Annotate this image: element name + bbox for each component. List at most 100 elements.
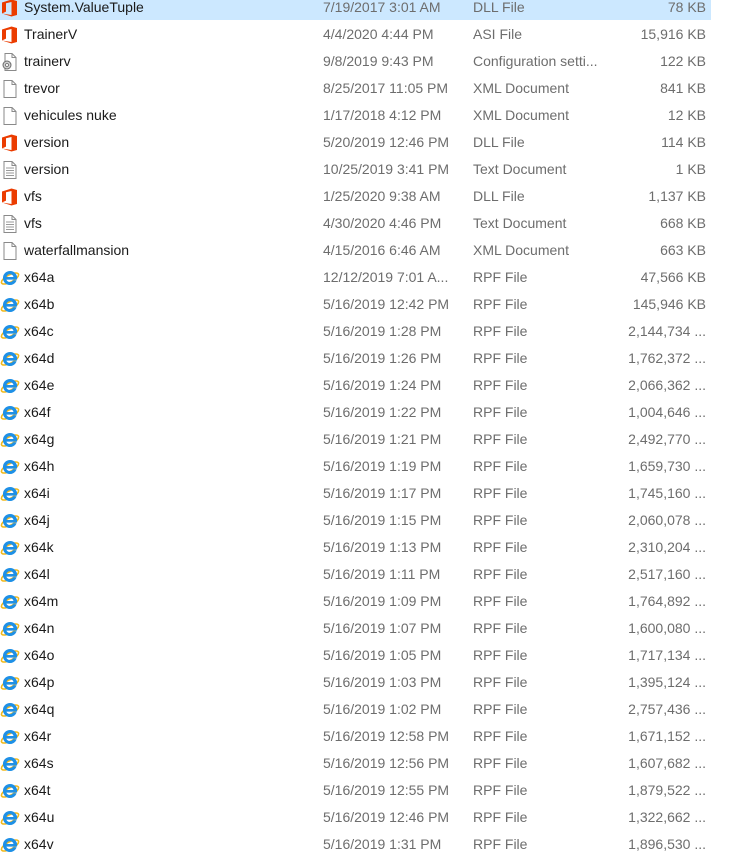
- file-name[interactable]: x64d: [24, 345, 314, 372]
- file-name[interactable]: trainerv: [24, 48, 314, 75]
- file-row-trainerv-2[interactable]: trainerv 9/8/2019 9:43 PM Configuration …: [0, 48, 743, 75]
- file-type: Text Document: [473, 161, 567, 177]
- file-date-modified: 9/8/2019 9:43 PM: [323, 53, 434, 69]
- file-row-version-6[interactable]: version 10/25/2019 3:41 PM Text Document…: [0, 156, 743, 183]
- file-row-x64e-14[interactable]: x64e 5/16/2019 1:24 PM RPF File 2,066,36…: [0, 372, 743, 399]
- file-row-vfs-8[interactable]: vfs 4/30/2020 4:46 PM Text Document 668 …: [0, 210, 743, 237]
- file-name[interactable]: TrainerV: [24, 21, 314, 48]
- file-size: 78 KB: [667, 0, 706, 15]
- file-row-x64o-24[interactable]: x64o 5/16/2019 1:05 PM RPF File 1,717,13…: [0, 642, 743, 669]
- file-row-waterfallmansion-9[interactable]: waterfallmansion 4/15/2016 6:46 AM XML D…: [0, 237, 743, 264]
- internet-explorer-icon: [0, 646, 20, 666]
- file-name[interactable]: x64v: [24, 831, 314, 858]
- file-name[interactable]: x64l: [24, 561, 314, 588]
- file-icon-cell: [0, 183, 20, 210]
- file-row-x64g-16[interactable]: x64g 5/16/2019 1:21 PM RPF File 2,492,77…: [0, 426, 743, 453]
- file-name[interactable]: vehicules nuke: [24, 102, 314, 129]
- file-name[interactable]: x64o: [24, 642, 314, 669]
- file-name[interactable]: x64g: [24, 426, 314, 453]
- file-row-version-5[interactable]: version 5/20/2019 12:46 PM DLL File 114 …: [0, 129, 743, 156]
- file-name[interactable]: x64k: [24, 534, 314, 561]
- file-icon-cell: [0, 21, 20, 48]
- internet-explorer-icon: [0, 619, 20, 639]
- file-name[interactable]: x64n: [24, 615, 314, 642]
- file-name[interactable]: x64s: [24, 750, 314, 777]
- file-row-x64f-15[interactable]: x64f 5/16/2019 1:22 PM RPF File 1,004,64…: [0, 399, 743, 426]
- file-name[interactable]: x64q: [24, 696, 314, 723]
- file-type: DLL File: [473, 188, 525, 204]
- file-icon-cell: [0, 642, 20, 669]
- file-type: RPF File: [473, 728, 528, 744]
- file-date-modified: 5/16/2019 1:11 PM: [323, 566, 441, 582]
- file-row-x64u-30[interactable]: x64u 5/16/2019 12:46 PM RPF File 1,322,6…: [0, 804, 743, 831]
- file-icon-cell: [0, 561, 20, 588]
- file-row-x64q-26[interactable]: x64q 5/16/2019 1:02 PM RPF File 2,757,43…: [0, 696, 743, 723]
- file-icon-cell: [0, 237, 20, 264]
- file-type: RPF File: [473, 512, 528, 528]
- file-row-x64n-23[interactable]: x64n 5/16/2019 1:07 PM RPF File 1,600,08…: [0, 615, 743, 642]
- file-date-modified: 5/16/2019 1:17 PM: [323, 485, 442, 501]
- file-name[interactable]: x64h: [24, 453, 314, 480]
- file-icon-cell: [0, 75, 20, 102]
- file-type: RPF File: [473, 431, 528, 447]
- file-name[interactable]: x64u: [24, 804, 314, 831]
- file-icon-cell: [0, 669, 20, 696]
- file-row-x64a-10[interactable]: x64a 12/12/2019 7:01 A... RPF File 47,56…: [0, 264, 743, 291]
- file-row-x64p-25[interactable]: x64p 5/16/2019 1:03 PM RPF File 1,395,12…: [0, 669, 743, 696]
- file-name[interactable]: System.ValueTuple: [24, 0, 314, 21]
- internet-explorer-icon: [0, 376, 20, 396]
- file-name[interactable]: waterfallmansion: [24, 237, 314, 264]
- file-row-x64t-29[interactable]: x64t 5/16/2019 12:55 PM RPF File 1,879,5…: [0, 777, 743, 804]
- file-name[interactable]: vfs: [24, 210, 314, 237]
- file-type: DLL File: [473, 134, 525, 150]
- file-type: RPF File: [473, 836, 528, 852]
- file-date-modified: 5/16/2019 1:13 PM: [323, 539, 442, 555]
- file-size: 1 KB: [675, 161, 706, 177]
- file-name[interactable]: version: [24, 129, 314, 156]
- file-date-modified: 5/16/2019 1:31 PM: [323, 836, 442, 852]
- file-row-x64c-12[interactable]: x64c 5/16/2019 1:28 PM RPF File 2,144,73…: [0, 318, 743, 345]
- file-row-x64v-31[interactable]: x64v 5/16/2019 1:31 PM RPF File 1,896,53…: [0, 831, 743, 858]
- file-name[interactable]: x64m: [24, 588, 314, 615]
- file-row-x64i-18[interactable]: x64i 5/16/2019 1:17 PM RPF File 1,745,16…: [0, 480, 743, 507]
- file-name[interactable]: x64e: [24, 372, 314, 399]
- file-name[interactable]: x64a: [24, 264, 314, 291]
- file-name[interactable]: x64t: [24, 777, 314, 804]
- file-name[interactable]: x64p: [24, 669, 314, 696]
- file-row-x64l-21[interactable]: x64l 5/16/2019 1:11 PM RPF File 2,517,16…: [0, 561, 743, 588]
- file-date-modified: 1/25/2020 9:38 AM: [323, 188, 441, 204]
- file-row-vehicules-nuke-4[interactable]: vehicules nuke 1/17/2018 4:12 PM XML Doc…: [0, 102, 743, 129]
- file-date-modified: 5/16/2019 1:26 PM: [323, 350, 442, 366]
- file-name[interactable]: x64b: [24, 291, 314, 318]
- file-row-x64d-13[interactable]: x64d 5/16/2019 1:26 PM RPF File 1,762,37…: [0, 345, 743, 372]
- file-date-modified: 5/16/2019 1:03 PM: [323, 674, 442, 690]
- file-row-trevor-3[interactable]: trevor 8/25/2017 11:05 PM XML Document 8…: [0, 75, 743, 102]
- file-size: 1,717,134 ...: [628, 647, 706, 663]
- file-name[interactable]: x64f: [24, 399, 314, 426]
- file-date-modified: 5/16/2019 1:07 PM: [323, 620, 442, 636]
- file-icon-cell: [0, 399, 20, 426]
- file-icon-cell: [0, 291, 20, 318]
- file-row-x64k-20[interactable]: x64k 5/16/2019 1:13 PM RPF File 2,310,20…: [0, 534, 743, 561]
- file-size: 122 KB: [660, 53, 706, 69]
- file-row-x64h-17[interactable]: x64h 5/16/2019 1:19 PM RPF File 1,659,73…: [0, 453, 743, 480]
- internet-explorer-icon: [0, 511, 20, 531]
- file-name[interactable]: vfs: [24, 183, 314, 210]
- file-name[interactable]: x64c: [24, 318, 314, 345]
- file-row-x64j-19[interactable]: x64j 5/16/2019 1:15 PM RPF File 2,060,07…: [0, 507, 743, 534]
- file-row-x64b-11[interactable]: x64b 5/16/2019 12:42 PM RPF File 145,946…: [0, 291, 743, 318]
- file-name[interactable]: x64r: [24, 723, 314, 750]
- file-name[interactable]: trevor: [24, 75, 314, 102]
- file-row-trainerv-1[interactable]: TrainerV 4/4/2020 4:44 PM ASI File 15,91…: [0, 21, 743, 48]
- file-name[interactable]: x64j: [24, 507, 314, 534]
- file-icon-cell: [0, 831, 20, 858]
- file-size: 1,764,892 ...: [628, 593, 706, 609]
- file-row-x64s-28[interactable]: x64s 5/16/2019 12:56 PM RPF File 1,607,6…: [0, 750, 743, 777]
- file-row-system-valuetuple-0[interactable]: System.ValueTuple 7/19/2017 3:01 AM DLL …: [0, 0, 743, 21]
- file-name[interactable]: x64i: [24, 480, 314, 507]
- file-name[interactable]: version: [24, 156, 314, 183]
- file-size: 668 KB: [660, 215, 706, 231]
- file-row-x64r-27[interactable]: x64r 5/16/2019 12:58 PM RPF File 1,671,1…: [0, 723, 743, 750]
- file-row-x64m-22[interactable]: x64m 5/16/2019 1:09 PM RPF File 1,764,89…: [0, 588, 743, 615]
- file-row-vfs-7[interactable]: vfs 1/25/2020 9:38 AM DLL File 1,137 KB: [0, 183, 743, 210]
